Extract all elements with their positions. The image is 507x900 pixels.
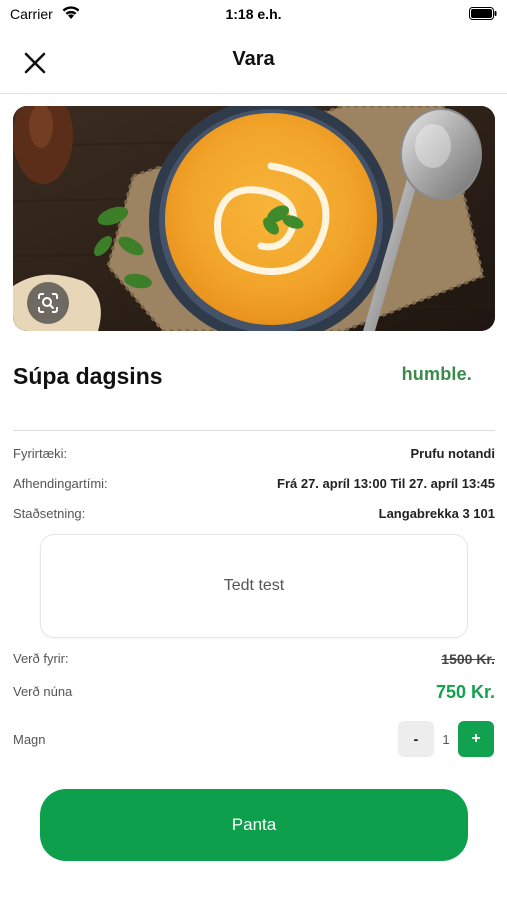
location-value: Langabrekka 3 101: [378, 506, 495, 521]
brand-logo: humble.: [401, 364, 472, 384]
pickup-time-row: Afhendingartími: Frá 27. apríl 13:00 Til…: [13, 476, 495, 496]
page-title: Vara: [232, 48, 275, 70]
quantity-decrease-button[interactable]: -: [398, 721, 434, 757]
pickup-time-value: Frá 27. apríl 13:00 Til 27. apríl 13:45: [277, 476, 495, 491]
battery-icon: [469, 7, 497, 20]
quantity-value: 1: [442, 731, 450, 747]
price-now-label: Verð núna: [13, 684, 73, 699]
price-now-row: Verð núna 750 Kr.: [13, 682, 495, 706]
description-text: Tedt test: [223, 577, 285, 594]
quantity-increase-button[interactable]: +: [458, 721, 494, 757]
company-label: Fyrirtæki:: [13, 446, 68, 461]
price-before-label: Verð fyrir:: [13, 651, 69, 666]
quantity-label: Magn: [13, 732, 46, 747]
zoom-scan-icon: [37, 292, 59, 314]
product-name: Súpa dagsins: [13, 363, 163, 389]
divider: [13, 430, 495, 431]
price-now-value: 750 Kr.: [435, 682, 495, 702]
company-value: Prufu notandi: [410, 446, 496, 461]
order-button[interactable]: Panta: [40, 789, 468, 861]
price-before-row: Verð fyrir: 1500 Kr.: [13, 651, 495, 671]
zoom-image-button[interactable]: [27, 282, 69, 324]
status-bar: Carrier 1:18 e.h.: [0, 0, 507, 30]
location-row: Staðsetning: Langabrekka 3 101: [13, 506, 495, 526]
company-row: Fyrirtæki: Prufu notandi: [13, 446, 495, 466]
description-box: Tedt test: [40, 534, 468, 638]
close-button[interactable]: [16, 46, 54, 84]
location-label: Staðsetning:: [13, 506, 86, 521]
price-before-value: 1500 Kr.: [441, 651, 495, 667]
pickup-time-label: Afhendingartími:: [13, 476, 108, 491]
status-time: 1:18 e.h.: [225, 6, 282, 22]
nav-bar: Vara: [0, 34, 507, 94]
product-image: [13, 106, 495, 331]
close-icon: [24, 52, 46, 79]
